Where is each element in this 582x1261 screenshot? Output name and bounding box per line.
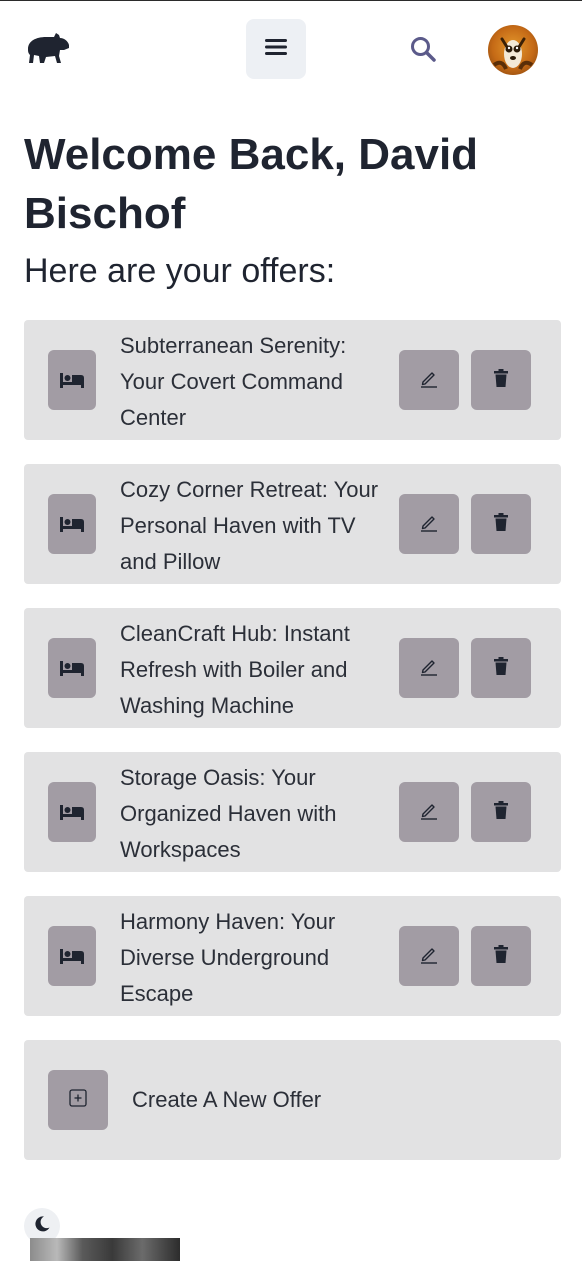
pencil-icon xyxy=(419,368,439,393)
user-avatar-icon[interactable] xyxy=(488,25,538,75)
footer-image xyxy=(30,1238,180,1261)
search-icon xyxy=(408,37,438,68)
delete-offer-button[interactable] xyxy=(471,782,531,842)
delete-offer-button[interactable] xyxy=(471,926,531,986)
bed-icon xyxy=(48,350,96,410)
menu-button[interactable] xyxy=(246,19,306,79)
page: Welcome Back, David Bischof Here are you… xyxy=(0,0,582,1261)
hamburger-menu-icon xyxy=(265,38,287,61)
create-offer-button[interactable] xyxy=(48,1070,108,1130)
offer-title[interactable]: Cozy Corner Retreat: Your Personal Haven… xyxy=(120,472,382,580)
plus-square-icon xyxy=(69,1088,87,1112)
offer-card[interactable]: Subterranean Serenity: Your Covert Comma… xyxy=(24,320,561,440)
trash-icon xyxy=(493,512,509,537)
pencil-icon xyxy=(419,944,439,969)
pencil-icon xyxy=(419,512,439,537)
edit-offer-button[interactable] xyxy=(399,638,459,698)
search-button[interactable] xyxy=(408,34,438,64)
pencil-icon xyxy=(419,800,439,825)
page-subtitle: Here are your offers: xyxy=(24,252,336,290)
trash-icon xyxy=(493,368,509,393)
edit-offer-button[interactable] xyxy=(399,350,459,410)
header xyxy=(0,1,582,101)
delete-offer-button[interactable] xyxy=(471,350,531,410)
edit-offer-button[interactable] xyxy=(399,926,459,986)
trash-icon xyxy=(493,944,509,969)
offer-card[interactable]: Harmony Haven: Your Diverse Underground … xyxy=(24,896,561,1016)
trash-icon xyxy=(493,800,509,825)
capybara-logo-icon[interactable] xyxy=(24,29,72,71)
offer-title[interactable]: Storage Oasis: Your Organized Haven with… xyxy=(120,760,382,868)
edit-offer-button[interactable] xyxy=(399,494,459,554)
offer-card[interactable]: CleanCraft Hub: Instant Refresh with Boi… xyxy=(24,608,561,728)
create-offer-label[interactable]: Create A New Offer xyxy=(132,1084,321,1116)
offer-card[interactable]: Cozy Corner Retreat: Your Personal Haven… xyxy=(24,464,561,584)
bed-icon xyxy=(48,926,96,986)
offer-card[interactable]: Storage Oasis: Your Organized Haven with… xyxy=(24,752,561,872)
edit-offer-button[interactable] xyxy=(399,782,459,842)
offer-title[interactable]: CleanCraft Hub: Instant Refresh with Boi… xyxy=(120,616,382,724)
bed-icon xyxy=(48,638,96,698)
offer-title[interactable]: Subterranean Serenity: Your Covert Comma… xyxy=(120,328,382,436)
offer-title[interactable]: Harmony Haven: Your Diverse Underground … xyxy=(120,904,382,1012)
moon-icon xyxy=(33,1215,51,1238)
bed-icon xyxy=(48,494,96,554)
create-offer-card[interactable]: Create A New Offer xyxy=(24,1040,561,1160)
page-title: Welcome Back, David Bischof xyxy=(24,130,479,238)
delete-offer-button[interactable] xyxy=(471,638,531,698)
pencil-icon xyxy=(419,656,439,681)
bed-icon xyxy=(48,782,96,842)
delete-offer-button[interactable] xyxy=(471,494,531,554)
trash-icon xyxy=(493,656,509,681)
